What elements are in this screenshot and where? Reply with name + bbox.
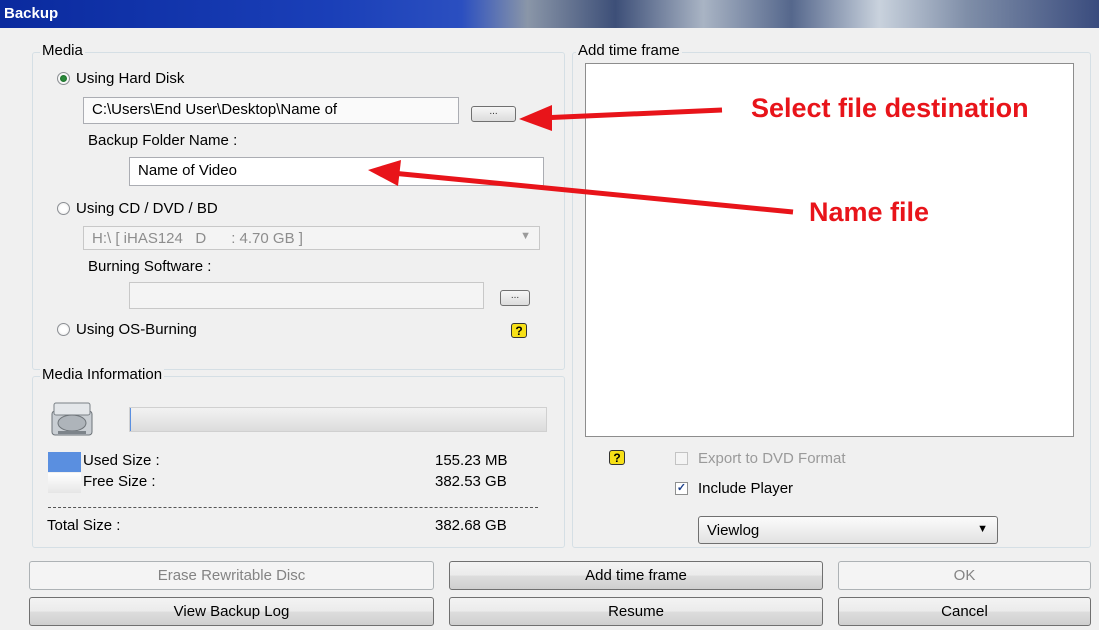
radio-icon	[57, 323, 70, 336]
folder-name-label: Backup Folder Name :	[88, 132, 238, 149]
drive-select[interactable]: H:\ [ iHAS124 D : 4.70 GB ] ▼	[83, 226, 540, 250]
free-size-swatch	[48, 473, 81, 493]
media-info-label: Media Information	[40, 366, 165, 383]
help-icon[interactable]: ?	[609, 450, 625, 465]
time-frame-label: Add time frame	[576, 42, 682, 59]
hard-disk-radio[interactable]: Using Hard Disk	[57, 70, 184, 87]
ok-button[interactable]: OK	[838, 561, 1091, 590]
cancel-button[interactable]: Cancel	[838, 597, 1091, 626]
hard-disk-label: Using Hard Disk	[76, 70, 185, 87]
export-dvd-label: Export to DVD Format	[698, 450, 846, 467]
select-destination-annotation: Select file destination	[751, 93, 1029, 123]
hard-drive-icon	[50, 399, 94, 439]
radio-icon	[57, 72, 70, 85]
cd-dvd-label: Using CD / DVD / BD	[76, 200, 218, 217]
chevron-down-icon: ▼	[520, 230, 531, 242]
free-size-value: 382.53 GB	[435, 473, 507, 490]
free-size-label: Free Size :	[83, 473, 156, 490]
folder-name-input[interactable]: Name of Video	[129, 157, 544, 186]
player-select-value: Viewlog	[707, 522, 760, 539]
burning-browse-button[interactable]: ...	[500, 290, 530, 306]
erase-disc-button[interactable]: Erase Rewritable Disc	[29, 561, 434, 590]
total-divider	[48, 507, 538, 508]
include-player-label: Include Player	[698, 480, 794, 497]
usage-bar	[129, 407, 547, 432]
title-bar: Backup	[0, 0, 1099, 28]
view-backup-log-button[interactable]: View Backup Log	[29, 597, 434, 626]
resume-button[interactable]: Resume	[449, 597, 823, 626]
drive-select-value: H:\ [ iHAS124 D : 4.70 GB ]	[92, 230, 303, 247]
name-file-annotation: Name file	[809, 197, 930, 227]
used-size-label: Used Size :	[83, 452, 160, 469]
burning-software-field[interactable]	[129, 282, 484, 309]
used-size-value: 155.23 MB	[435, 452, 508, 469]
total-size-value: 382.68 GB	[435, 517, 507, 534]
export-dvd-checkbox[interactable]	[675, 452, 688, 465]
path-field[interactable]: C:\Users\End User\Desktop\Name of	[83, 97, 459, 124]
used-size-swatch	[48, 452, 81, 472]
media-group-label: Media	[40, 42, 85, 59]
help-icon[interactable]: ?	[511, 323, 527, 338]
burning-software-label: Burning Software :	[88, 258, 212, 275]
player-select[interactable]: Viewlog ▼	[698, 516, 998, 544]
window-title: Backup	[4, 5, 59, 22]
chevron-down-icon: ▼	[977, 523, 988, 535]
include-player-checkbox[interactable]: ✓	[675, 482, 688, 495]
radio-icon	[57, 202, 70, 215]
os-burning-label: Using OS-Burning	[76, 321, 197, 338]
total-size-label: Total Size :	[47, 517, 121, 534]
path-browse-button[interactable]: ...	[471, 106, 516, 122]
add-time-frame-button[interactable]: Add time frame	[449, 561, 823, 590]
cd-dvd-radio[interactable]: Using CD / DVD / BD	[57, 200, 218, 217]
os-burning-radio[interactable]: Using OS-Burning	[57, 321, 197, 338]
